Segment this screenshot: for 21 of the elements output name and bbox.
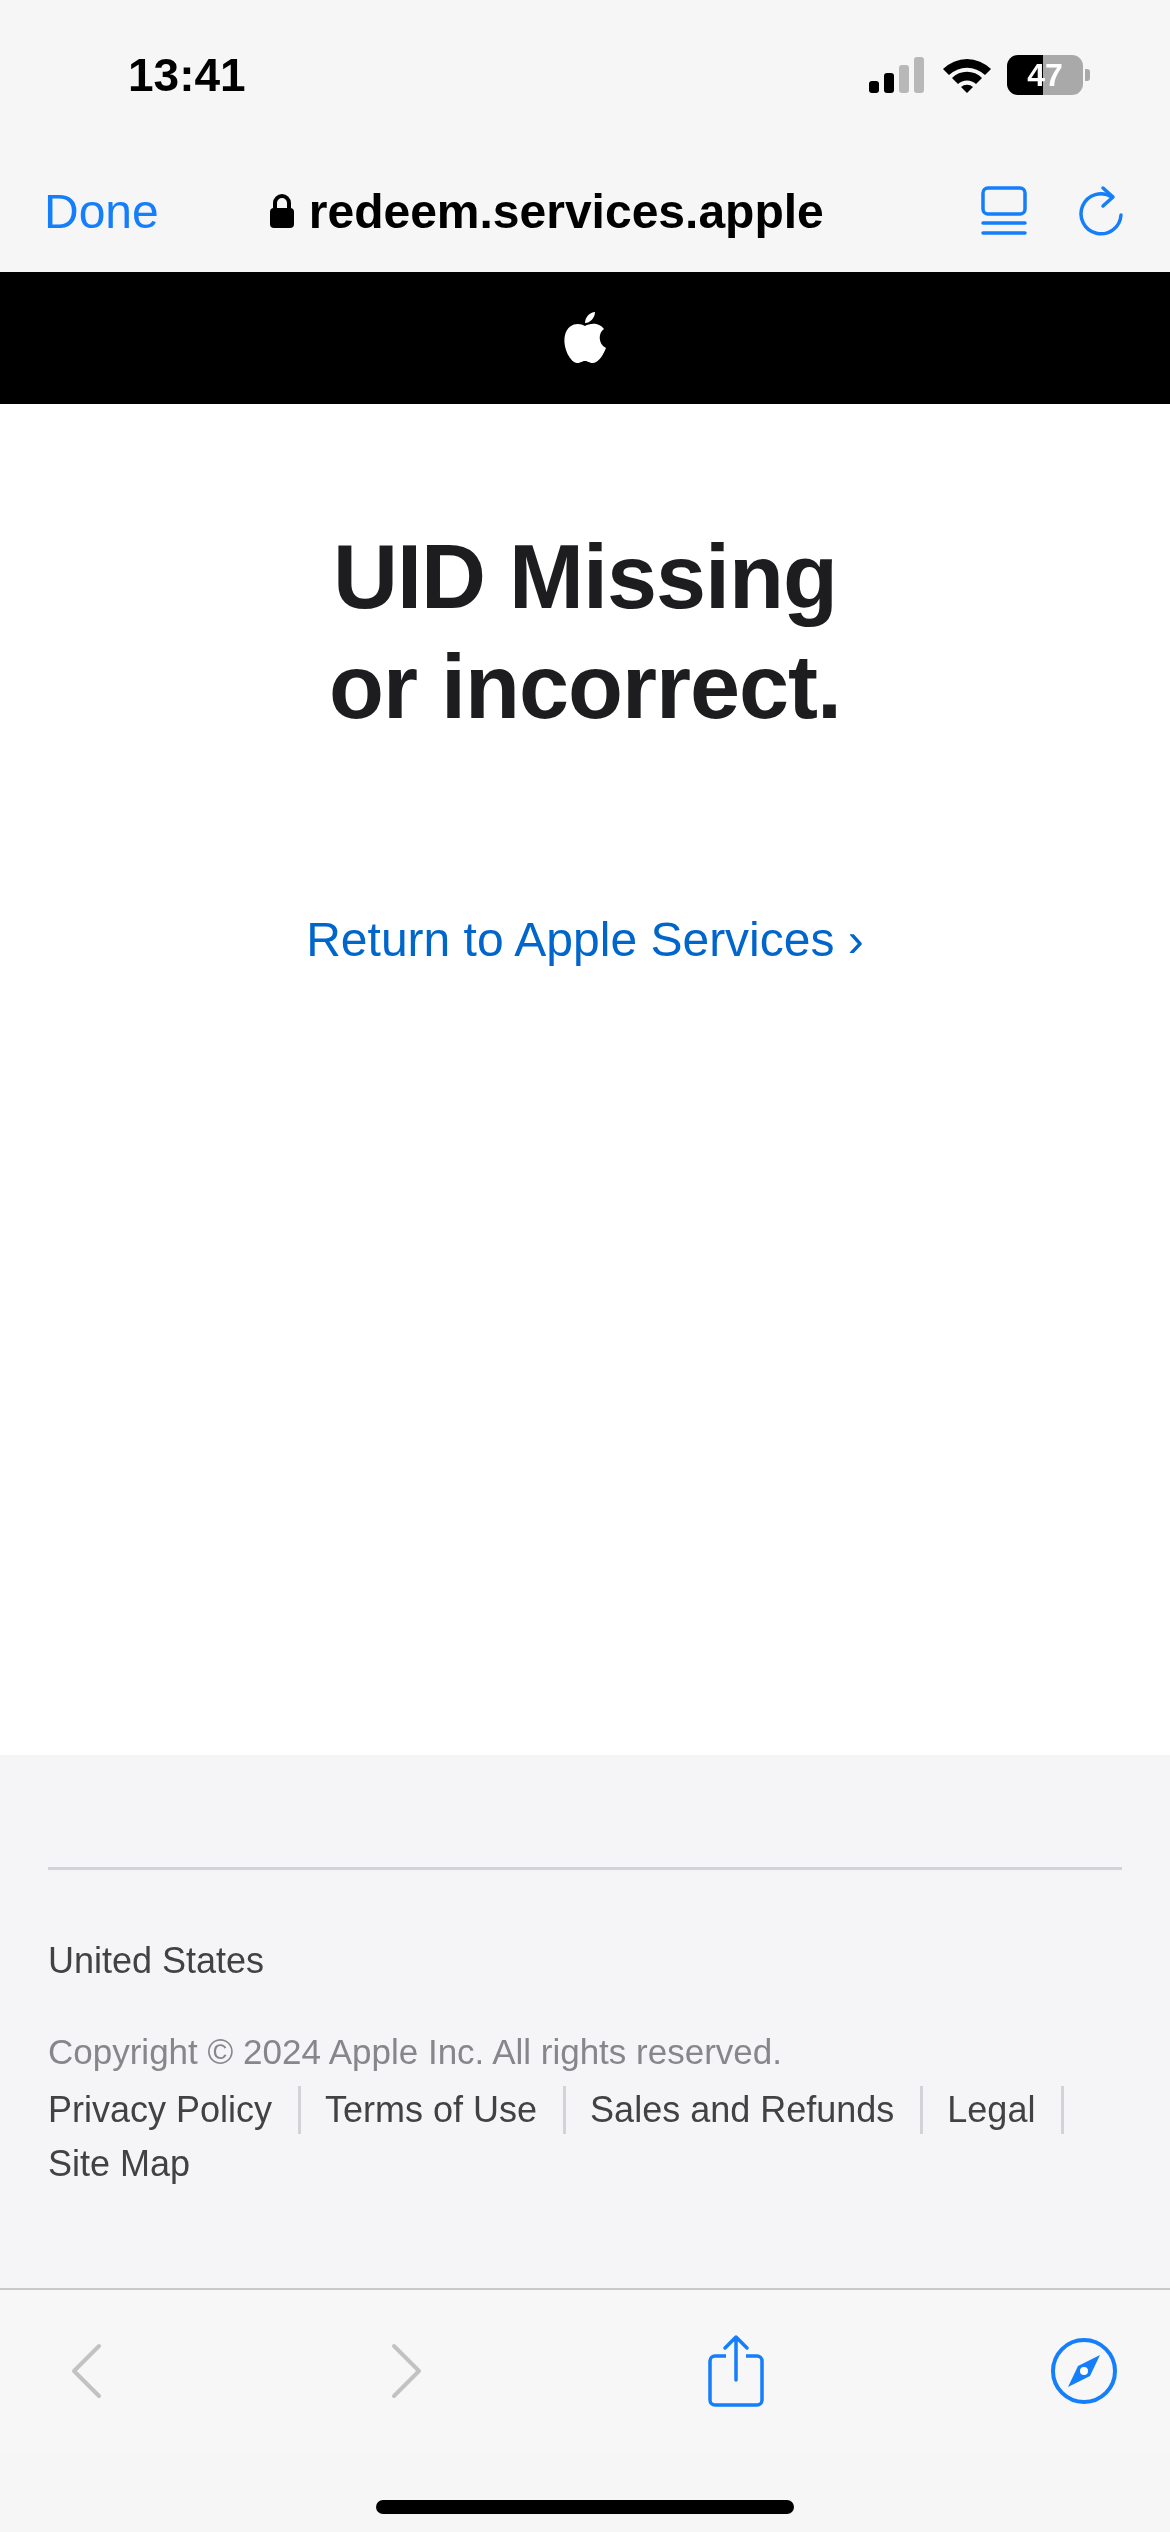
compass-icon[interactable] <box>1049 2337 1118 2405</box>
error-heading: UID Missing or incorrect. <box>328 526 842 739</box>
apple-logo-icon <box>562 311 608 365</box>
done-button[interactable]: Done <box>44 183 159 239</box>
battery-cap-icon <box>1085 69 1090 81</box>
footer-link[interactable]: Site Map <box>48 2140 217 2188</box>
status-time: 13:41 <box>128 48 246 102</box>
address-text[interactable]: redeem.services.apple <box>308 183 824 239</box>
footer-link[interactable]: Legal <box>947 2086 1065 2134</box>
reader-icon[interactable] <box>980 185 1028 237</box>
signal-icon <box>869 57 927 93</box>
copyright-text: Copyright © 2024 Apple Inc. All rights reserved. <box>48 2032 783 2072</box>
wifi-icon <box>941 56 993 94</box>
footer-link[interactable]: Terms of Use <box>325 2086 567 2134</box>
reload-icon[interactable] <box>1076 185 1126 237</box>
footer-link[interactable]: Sales and Refunds <box>590 2086 924 2134</box>
footer-link[interactable]: Privacy Policy <box>48 2086 302 2134</box>
lock-icon <box>268 193 295 229</box>
country-text[interactable]: United States <box>48 1940 1122 1982</box>
share-icon[interactable] <box>707 2334 766 2408</box>
return-link[interactable]: Return to Apple Services › <box>306 912 864 967</box>
